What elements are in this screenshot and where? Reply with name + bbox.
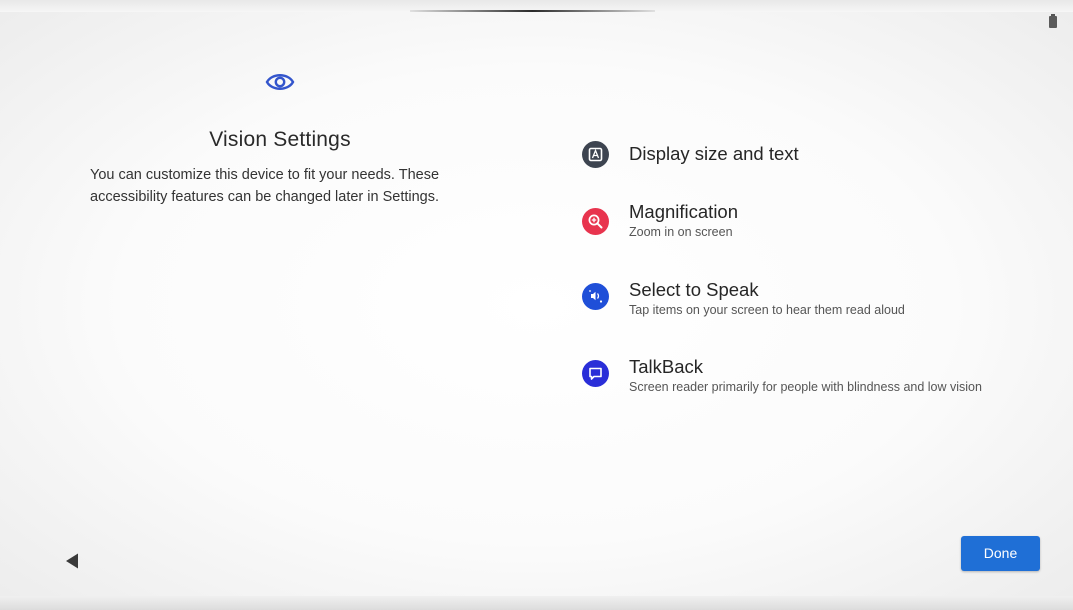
- feature-display-size-and-text[interactable]: Display size and text: [582, 141, 1052, 181]
- back-button[interactable]: [62, 550, 84, 572]
- device-edge-reflection: [410, 10, 655, 12]
- battery-icon: [1049, 14, 1057, 28]
- feature-talkback[interactable]: TalkBack Screen reader primarily for peo…: [582, 356, 1052, 396]
- feature-subtitle: Zoom in on screen: [629, 225, 733, 239]
- back-triangle-icon: [66, 553, 78, 569]
- setup-screen: Vision Settings You can customize this d…: [0, 0, 1073, 610]
- select-to-speak-icon: [582, 283, 609, 310]
- talkback-icon: [582, 360, 609, 387]
- done-button[interactable]: Done: [961, 536, 1040, 571]
- feature-title: Magnification: [629, 201, 739, 222]
- feature-title: Display size and text: [629, 143, 799, 164]
- feature-subtitle: Screen reader primarily for people with …: [629, 380, 982, 394]
- display-size-icon: [582, 141, 609, 168]
- bottom-bezel: [0, 596, 1073, 610]
- feature-title: Select to Speak: [629, 279, 759, 300]
- page-title: Vision Settings: [209, 128, 351, 151]
- feature-select-to-speak[interactable]: Select to Speak Tap items on your screen…: [582, 279, 1052, 319]
- feature-subtitle: Tap items on your screen to hear them re…: [629, 303, 905, 317]
- page-description: You can customize this device to fit you…: [90, 167, 440, 205]
- feature-title: TalkBack: [629, 356, 704, 377]
- magnification-icon: [582, 208, 609, 235]
- feature-magnification[interactable]: Magnification Zoom in on screen: [582, 201, 1052, 241]
- eye-icon: [265, 70, 295, 94]
